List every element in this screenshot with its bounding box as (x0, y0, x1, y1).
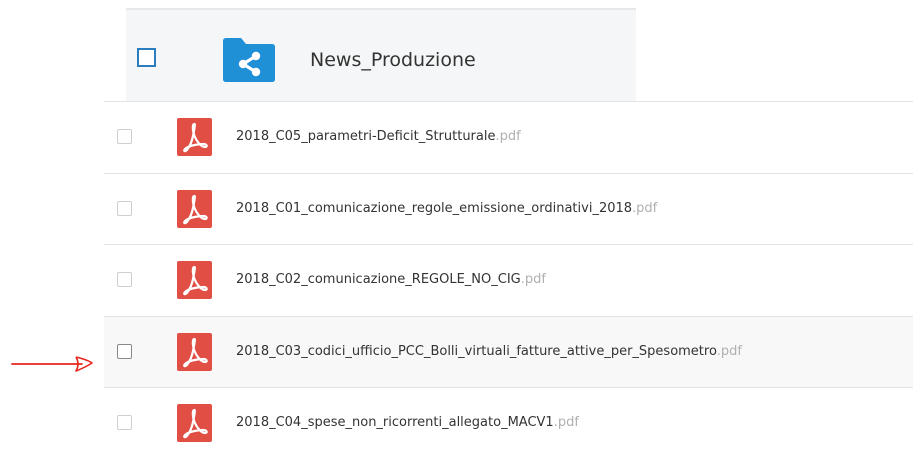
file-name-base: 2018_C01_comunicazione_regole_emissione_… (236, 201, 633, 216)
file-name-base: 2018_C02_comunicazione_REGOLE_NO_CIG (236, 272, 521, 287)
file-row[interactable]: 2018_C02_comunicazione_REGOLE_NO_CIG.pdf (104, 244, 913, 316)
file-checkbox[interactable] (117, 272, 132, 287)
file-checkbox[interactable] (117, 201, 132, 216)
file-checkbox[interactable] (117, 415, 132, 430)
file-row[interactable]: 2018_C04_spese_non_ricorrenti_allegato_M… (104, 387, 913, 459)
file-name-base: 2018_C05_parametri-Deficit_Strutturale (236, 129, 496, 144)
file-row[interactable]: 2018_C03_codici_ufficio_PCC_Bolli_virtua… (104, 316, 913, 388)
pdf-icon (177, 404, 212, 442)
file-extension: .pdf (632, 201, 658, 216)
file-name[interactable]: 2018_C03_codici_ufficio_PCC_Bolli_virtua… (236, 342, 742, 361)
file-extension: .pdf (716, 344, 742, 359)
select-all-checkbox[interactable] (137, 48, 156, 67)
file-checkbox[interactable] (117, 344, 132, 359)
file-row[interactable]: 2018_C05_parametri-Deficit_Strutturale.p… (104, 101, 913, 173)
folder-name[interactable]: News_Produzione (310, 47, 476, 73)
file-name[interactable]: 2018_C01_comunicazione_regole_emissione_… (236, 199, 657, 218)
file-extension: .pdf (520, 272, 546, 287)
file-name[interactable]: 2018_C04_spese_non_ricorrenti_allegato_M… (236, 413, 579, 432)
file-checkbox[interactable] (117, 129, 132, 144)
file-name-base: 2018_C04_spese_non_ricorrenti_allegato_M… (236, 415, 554, 430)
file-extension: .pdf (553, 415, 579, 430)
file-name[interactable]: 2018_C05_parametri-Deficit_Strutturale.p… (236, 127, 521, 146)
file-name-base: 2018_C03_codici_ufficio_PCC_Bolli_virtua… (236, 344, 717, 359)
arrow-icon (11, 356, 93, 372)
pdf-icon (177, 118, 212, 156)
file-name[interactable]: 2018_C02_comunicazione_REGOLE_NO_CIG.pdf (236, 270, 546, 289)
pdf-icon (177, 261, 212, 299)
pdf-icon (177, 190, 212, 228)
pdf-icon (177, 333, 212, 371)
file-row[interactable]: 2018_C01_comunicazione_regole_emissione_… (104, 173, 913, 245)
shared-folder-icon[interactable] (221, 35, 277, 83)
file-extension: .pdf (495, 129, 521, 144)
